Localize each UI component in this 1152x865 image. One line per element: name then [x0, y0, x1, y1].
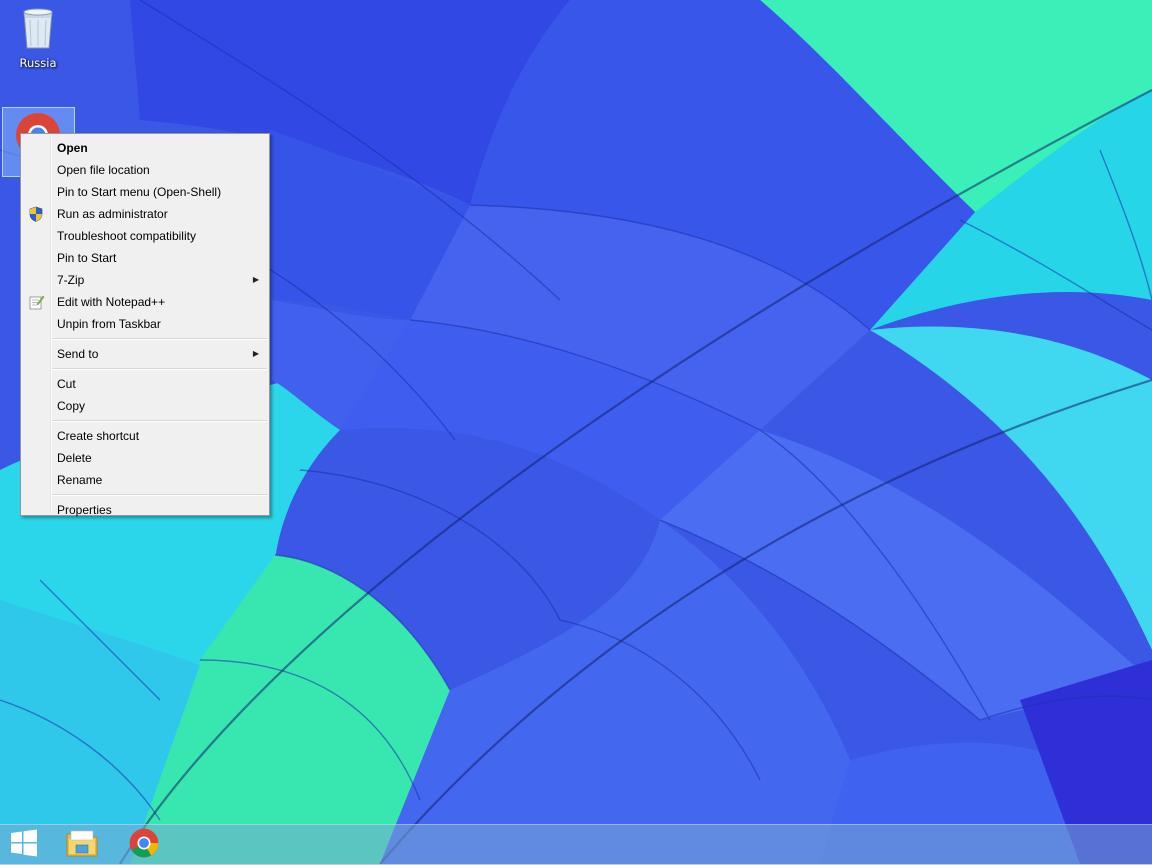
menu-item-properties[interactable]: Properties [23, 499, 267, 521]
recycle-bin-desktop-icon[interactable]: Russia [8, 4, 68, 76]
menu-separator [52, 494, 267, 496]
menu-item-label: Cut [57, 377, 76, 391]
menu-item-label: Open [57, 141, 88, 155]
menu-item-label: 7-Zip [57, 273, 85, 287]
notepadpp-icon [28, 294, 45, 310]
menu-item-edit-with-notepadpp[interactable]: Edit with Notepad++ [23, 291, 267, 313]
recycle-bin-label: Russia [19, 56, 57, 70]
menu-separator [52, 368, 267, 370]
menu-item-label: Properties [57, 503, 112, 517]
file-explorer-button[interactable] [58, 825, 106, 865]
file-explorer-icon [65, 828, 99, 862]
recycle-bin-icon [18, 8, 58, 54]
start-button[interactable] [0, 825, 48, 865]
menu-item-label: Open file location [57, 163, 150, 177]
context-menu: Open Open file location Pin to Start men… [20, 133, 270, 517]
menu-item-label: Run as administrator [57, 207, 168, 221]
menu-item-label: Create shortcut [57, 429, 140, 443]
menu-item-rename[interactable]: Rename [23, 469, 267, 491]
menu-item-create-shortcut[interactable]: Create shortcut [23, 425, 267, 447]
menu-item-copy[interactable]: Copy [23, 395, 267, 417]
chrome-icon [129, 828, 159, 862]
menu-item-unpin-from-taskbar[interactable]: Unpin from Taskbar [23, 313, 267, 335]
menu-item-label: Troubleshoot compatibility [57, 229, 196, 243]
menu-item-label: Pin to Start menu (Open-Shell) [57, 185, 222, 199]
menu-item-troubleshoot-compatibility[interactable]: Troubleshoot compatibility [23, 225, 267, 247]
menu-item-run-as-administrator[interactable]: Run as administrator [23, 203, 267, 225]
taskbar [0, 824, 1152, 865]
menu-item-pin-to-start[interactable]: Pin to Start [23, 247, 267, 269]
menu-item-pin-to-start-menu-open-shell[interactable]: Pin to Start menu (Open-Shell) [23, 181, 267, 203]
menu-item-label: Rename [57, 473, 103, 487]
menu-item-label: Copy [57, 399, 86, 413]
menu-item-label: Unpin from Taskbar [57, 317, 161, 331]
menu-item-cut[interactable]: Cut [23, 373, 267, 395]
menu-separator [52, 420, 267, 422]
menu-item-label: Edit with Notepad++ [57, 295, 166, 309]
windows-logo-icon [10, 829, 38, 861]
menu-separator [52, 338, 267, 340]
menu-item-label: Delete [57, 451, 92, 465]
submenu-arrow-icon: ▶ [252, 275, 259, 284]
menu-item-open[interactable]: Open [23, 137, 267, 159]
menu-item-delete[interactable]: Delete [23, 447, 267, 469]
menu-item-label: Pin to Start [57, 251, 117, 265]
menu-item-send-to[interactable]: Send to ▶ [23, 343, 267, 365]
uac-shield-icon [28, 206, 44, 222]
submenu-arrow-icon: ▶ [252, 349, 259, 358]
menu-item-label: Send to [57, 347, 99, 361]
menu-item-open-file-location[interactable]: Open file location [23, 159, 267, 181]
menu-item-7-zip[interactable]: 7-Zip ▶ [23, 269, 267, 291]
chrome-button[interactable] [120, 825, 168, 865]
